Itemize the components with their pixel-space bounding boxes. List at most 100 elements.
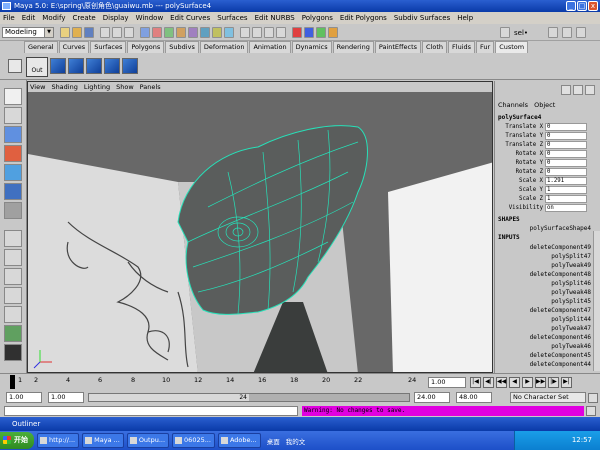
step-back-key-icon[interactable]: ◀◀ (496, 377, 507, 388)
channel-box-icon-3[interactable] (585, 85, 595, 95)
shelf-tool-icon-4[interactable] (104, 58, 120, 74)
animation-start-field[interactable]: 1.00 (6, 392, 42, 403)
current-time-field[interactable]: 1.00 (428, 377, 466, 388)
menu-surfaces[interactable]: Surfaces (217, 14, 247, 22)
shelf-tool-icon-3[interactable] (86, 58, 102, 74)
tab-curves[interactable]: Curves (58, 41, 90, 53)
tab-surfaces[interactable]: Surfaces (90, 41, 127, 53)
tab-deformation[interactable]: Deformation (199, 41, 249, 53)
mask-icon-8[interactable] (224, 27, 234, 38)
mask-icon-5[interactable] (188, 27, 198, 38)
rotate-tool-icon[interactable] (4, 145, 22, 162)
tab-channels[interactable]: Channels (498, 101, 528, 109)
tab-cloth[interactable]: Cloth (422, 41, 448, 53)
save-scene-icon[interactable] (84, 27, 94, 38)
input-node[interactable]: deleteComponent45 (495, 351, 600, 360)
mode-selector[interactable]: Modeling ▼ (2, 27, 54, 38)
close-button[interactable]: x (588, 1, 598, 11)
input-node[interactable]: deleteComponent46 (495, 333, 600, 342)
input-node[interactable]: polyTweak47 (495, 324, 600, 333)
menu-edit-curves[interactable]: Edit Curves (170, 14, 210, 22)
panel-menu-show[interactable]: Show (116, 83, 134, 91)
render-view-layout-icon[interactable] (4, 344, 22, 361)
menu-window[interactable]: Window (136, 14, 164, 22)
input-node[interactable]: polySplit47 (495, 252, 600, 261)
input-node[interactable]: polySplit46 (495, 279, 600, 288)
attr-visibility[interactable]: Visibility on (495, 204, 600, 213)
move-tool-icon[interactable] (4, 126, 22, 143)
input-node[interactable]: deleteComponent47 (495, 306, 600, 315)
tool-settings-icon[interactable] (562, 27, 572, 38)
auto-key-icon[interactable] (588, 393, 598, 403)
mask-icon-4[interactable] (176, 27, 186, 38)
menu-create[interactable]: Create (72, 14, 95, 22)
persp-outliner-layout-icon[interactable] (4, 287, 22, 304)
two-pane-layout-icon[interactable] (4, 268, 22, 285)
render-icon[interactable] (304, 27, 314, 38)
animation-end-field[interactable]: 48.00 (456, 392, 492, 403)
select-object-icon[interactable] (112, 27, 122, 38)
tab-subdivs[interactable]: Subdivs (165, 41, 199, 53)
render-globals-icon[interactable] (328, 27, 338, 38)
character-set-selector[interactable]: No Character Set (510, 392, 586, 403)
panel-menu-panels[interactable]: Panels (140, 83, 161, 91)
playback-start-field[interactable]: 1.00 (48, 392, 84, 403)
input-node[interactable]: deleteComponent44 (495, 360, 600, 369)
open-scene-icon[interactable] (72, 27, 82, 38)
menu-help[interactable]: Help (457, 14, 473, 22)
select-component-icon[interactable] (124, 27, 134, 38)
outliner-window-title[interactable]: Outliner (0, 417, 600, 431)
mask-icon-6[interactable] (200, 27, 210, 38)
taskbar-item-adobe[interactable]: Adobe... (217, 433, 261, 448)
sel-field-icon[interactable] (500, 27, 510, 38)
my-documents-label[interactable]: 我的文 (286, 436, 306, 446)
snap-grid-icon[interactable] (240, 27, 250, 38)
channel-box-scrollbar[interactable] (593, 231, 600, 371)
tab-custom[interactable]: Custom (495, 41, 529, 53)
single-pane-layout-icon[interactable] (4, 230, 22, 247)
channel-box-toggle-icon[interactable] (576, 27, 586, 38)
tab-polygons[interactable]: Polygons (127, 41, 165, 53)
input-node[interactable]: deleteComponent48 (495, 270, 600, 279)
shelf-tool-icon-1[interactable] (50, 58, 66, 74)
attr-scale-y[interactable]: Scale Y1 (495, 186, 600, 195)
select-hierarchy-icon[interactable] (100, 27, 110, 38)
attr-translate-z[interactable]: Translate Z0 (495, 141, 600, 150)
select-tool-icon[interactable] (4, 88, 22, 105)
channel-box-icon-1[interactable] (561, 85, 571, 95)
snap-curve-icon[interactable] (252, 27, 262, 38)
new-scene-icon[interactable] (60, 27, 70, 38)
menu-subdiv-surfaces[interactable]: Subdiv Surfaces (394, 14, 450, 22)
perspective-viewport[interactable]: View Shading Lighting Show Panels (27, 81, 493, 373)
snap-point-icon[interactable] (264, 27, 274, 38)
step-forward-icon[interactable]: |▶ (548, 377, 559, 388)
step-forward-key-icon[interactable]: ▶▶ (535, 377, 546, 388)
maximize-button[interactable]: □ (577, 1, 587, 11)
attr-rotate-z[interactable]: Rotate Z0 (495, 168, 600, 177)
tab-rendering[interactable]: Rendering (332, 41, 374, 53)
script-editor-icon[interactable] (586, 406, 596, 416)
menu-display[interactable]: Display (103, 14, 129, 22)
taskbar-item-maya[interactable]: Maya ... (82, 433, 124, 448)
shelf-menu-icon[interactable] (8, 59, 22, 73)
manipulator-tool-icon[interactable] (4, 183, 22, 200)
playback-end-field[interactable]: 24.00 (414, 392, 450, 403)
menu-polygons[interactable]: Polygons (302, 14, 333, 22)
current-frame-marker[interactable] (10, 375, 15, 389)
mask-icon-3[interactable] (164, 27, 174, 38)
command-input[interactable] (4, 406, 298, 416)
menu-edit-nurbs[interactable]: Edit NURBS (255, 14, 295, 22)
start-button[interactable]: 开始 (0, 432, 34, 449)
panel-menu-view[interactable]: View (30, 83, 45, 91)
shape-node[interactable]: polySurfaceShape4 (495, 224, 600, 233)
input-node[interactable]: polyTweak46 (495, 342, 600, 351)
attr-rotate-y[interactable]: Rotate Y0 (495, 159, 600, 168)
minimize-button[interactable]: _ (566, 1, 576, 11)
input-node[interactable]: polyTweak48 (495, 288, 600, 297)
input-node[interactable]: polySplit44 (495, 315, 600, 324)
menu-modify[interactable]: Modify (42, 14, 65, 22)
attribute-editor-icon[interactable] (548, 27, 558, 38)
menu-file[interactable]: File (3, 14, 15, 22)
attr-translate-y[interactable]: Translate Y0 (495, 132, 600, 141)
input-node[interactable]: polyTweak49 (495, 261, 600, 270)
